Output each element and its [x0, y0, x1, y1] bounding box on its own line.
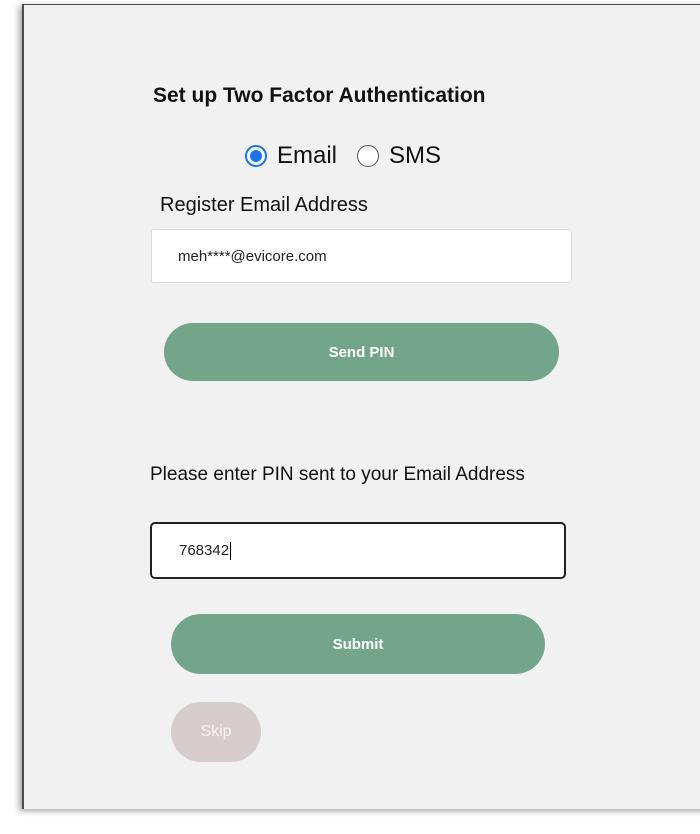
radio-sms-button[interactable] [357, 145, 380, 167]
skip-button[interactable]: Skip [171, 702, 261, 762]
submit-button[interactable]: Submit [171, 614, 545, 674]
email-field[interactable]: meh****@evicore.com [151, 229, 572, 283]
radio-sms-label: SMS [389, 142, 442, 169]
pin-field-label: Please enter PIN sent to your Email Addr… [150, 464, 525, 485]
text-caret [230, 541, 232, 560]
dialog-panel [22, 4, 700, 809]
radio-email-button[interactable] [245, 145, 267, 167]
radio-email-label: Email [277, 142, 338, 169]
pin-field-value: 768342 [179, 542, 230, 559]
email-field-value: meh****@evicore.com [178, 247, 327, 265]
pin-field[interactable]: 768342 [150, 522, 566, 579]
page-title: Set up Two Factor Authentication [153, 84, 486, 107]
radio-option-sms[interactable]: SMS [357, 142, 441, 170]
radio-option-email[interactable]: Email [245, 142, 337, 170]
send-pin-button[interactable]: Send PIN [164, 323, 559, 381]
email-field-label: Register Email Address [160, 194, 368, 216]
method-radio-group: Email SMS [245, 142, 461, 170]
